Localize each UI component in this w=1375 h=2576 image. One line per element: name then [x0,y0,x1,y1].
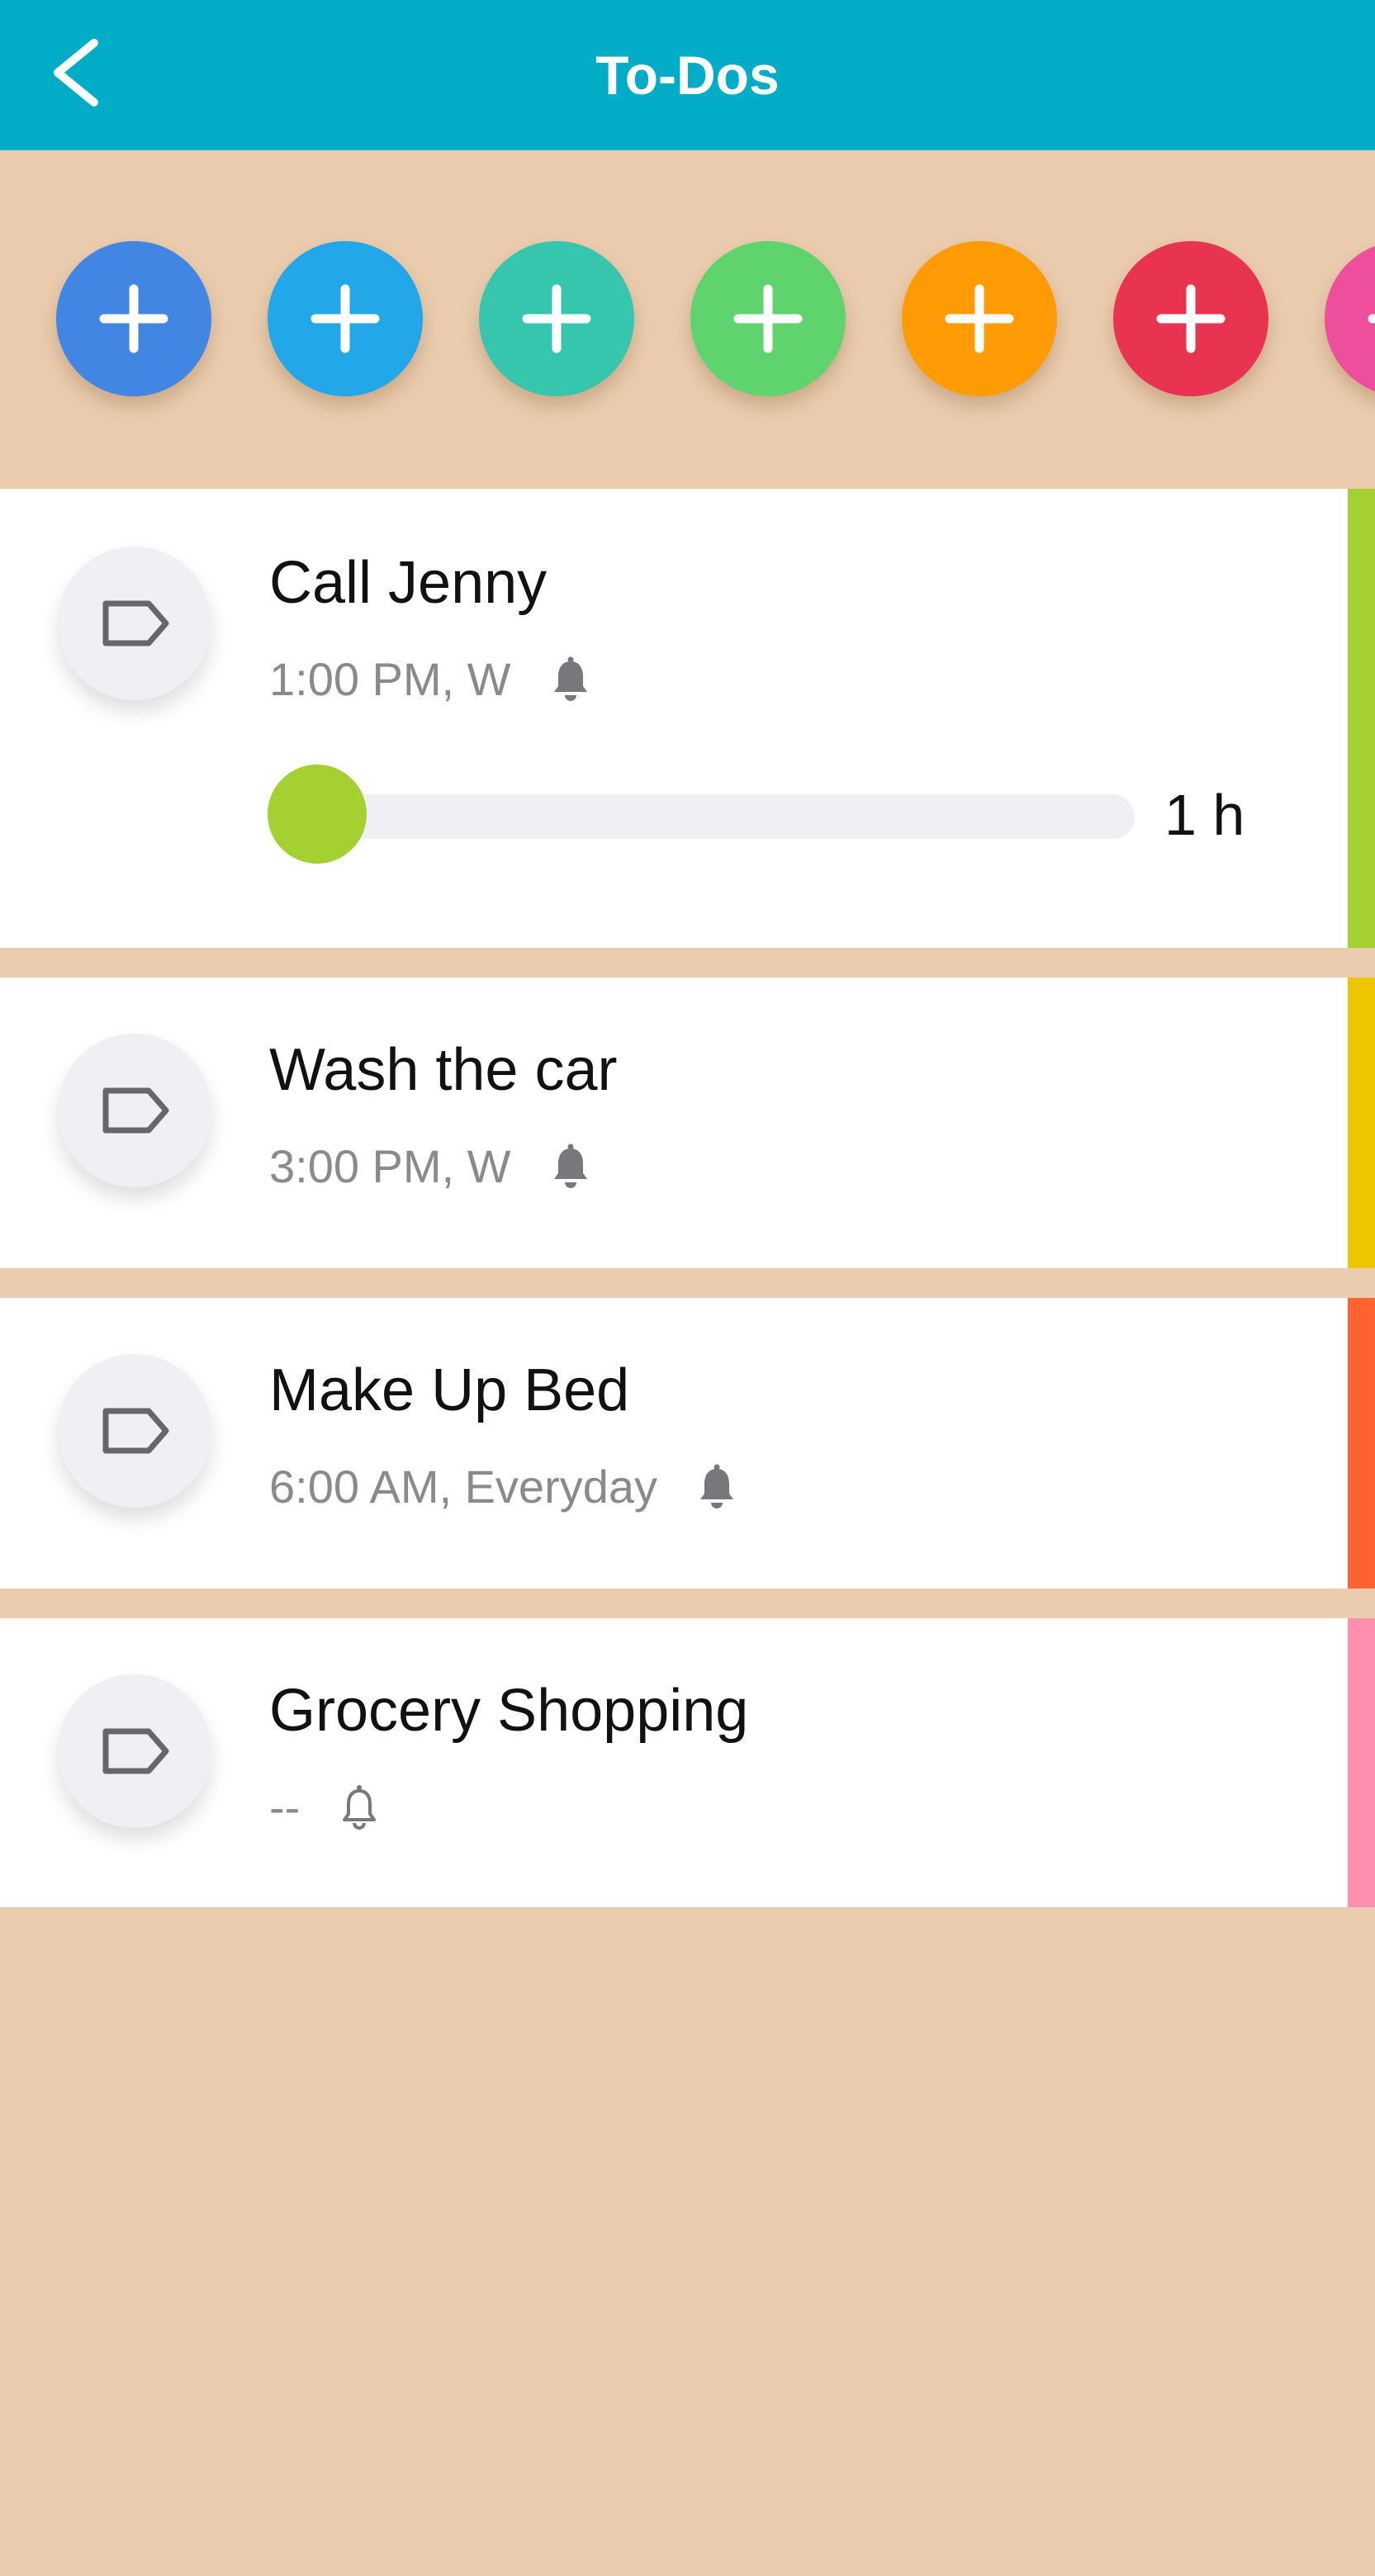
plus-icon [1368,314,1375,324]
todo-meta: 1:00 PM, W [269,651,595,708]
bell-filled-icon[interactable] [546,1142,595,1191]
plus-icon [945,284,1014,353]
todo-item-call-jenny[interactable]: Call Jenny 1:00 PM, W 1 h [0,489,1375,948]
add-todo-button-red[interactable] [1113,241,1268,396]
tag-icon [102,1728,169,1774]
duration-label: 1 h [1164,783,1245,847]
bell-filled-icon[interactable] [546,655,595,704]
todo-meta: 6:00 AM, Everyday [269,1458,742,1516]
plus-icon [522,284,591,353]
tag-button[interactable] [58,1354,211,1508]
plus-icon [311,284,380,353]
plus-icon [1156,284,1226,353]
bell-filled-icon[interactable] [692,1462,742,1512]
todo-schedule: -- [269,1781,301,1833]
progress-slider-handle[interactable] [268,765,367,864]
bell-outline-icon[interactable] [334,1783,384,1832]
todo-item-make-up-bed[interactable]: Make Up Bed 6:00 AM, Everyday [0,1298,1375,1589]
todo-color-bar [1348,1298,1375,1589]
add-todo-button-pink[interactable] [1325,241,1375,396]
add-todo-button-green[interactable] [690,241,846,396]
todo-color-bar [1348,489,1375,948]
add-todo-button-blue[interactable] [56,241,211,396]
tag-icon [102,1087,169,1134]
plus-icon [99,284,168,353]
todo-title: Wash the car [269,1037,618,1103]
todo-schedule: 3:00 PM, W [269,1140,511,1192]
quick-add-strip [0,150,1375,489]
todo-title: Call Jenny [269,550,548,616]
todo-title: Grocery Shopping [269,1678,749,1744]
todo-color-bar [1348,978,1375,1268]
todo-color-bar [1348,1618,1375,1907]
todo-meta: 3:00 PM, W [269,1138,595,1196]
top-bar: To-Dos [0,0,1375,150]
page-title: To-Dos [595,45,780,106]
todo-meta: -- [269,1778,384,1836]
todo-title: Make Up Bed [269,1357,630,1423]
todo-item-grocery-shopping[interactable]: Grocery Shopping -- [0,1618,1375,1907]
tag-button[interactable] [58,1034,211,1187]
todo-schedule: 6:00 AM, Everyday [269,1461,658,1513]
todo-schedule: 1:00 PM, W [269,653,511,705]
plus-icon [733,284,803,353]
chevron-left-icon [54,39,98,107]
progress-track[interactable] [269,794,1135,839]
add-todo-button-teal[interactable] [479,241,634,396]
add-todo-button-orange[interactable] [902,241,1057,396]
tag-button[interactable] [58,1674,211,1828]
tag-icon [102,600,169,646]
tag-icon [102,1408,169,1454]
add-todo-button-light-blue[interactable] [268,241,423,396]
back-button[interactable] [43,31,117,114]
tag-button[interactable] [58,547,211,700]
todo-item-wash-the-car[interactable]: Wash the car 3:00 PM, W [0,978,1375,1268]
